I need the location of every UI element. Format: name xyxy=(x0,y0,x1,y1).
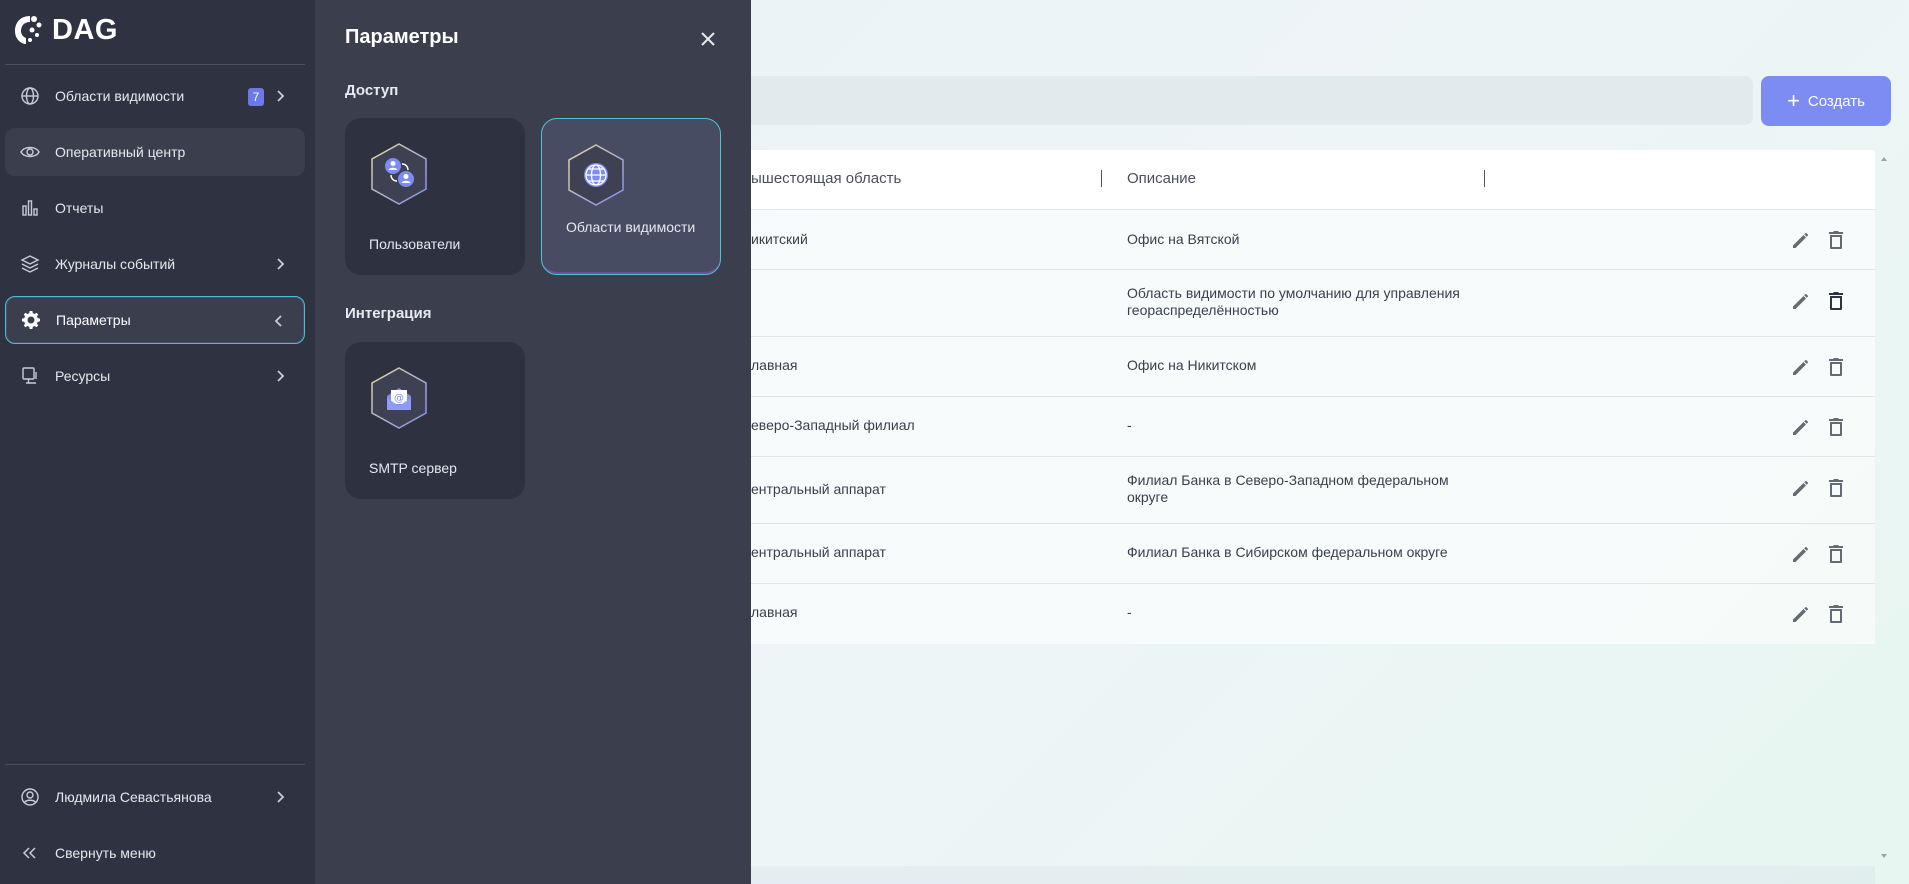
edit-icon[interactable] xyxy=(1790,543,1812,565)
panel-title: Параметры xyxy=(345,26,459,48)
dag-logo-icon xyxy=(15,16,42,44)
table-row[interactable]: ентральный аппарат Филиал Банка в Сибирс… xyxy=(751,524,1875,584)
trash-icon[interactable] xyxy=(1826,543,1846,565)
section-title-access: Доступ xyxy=(345,82,399,99)
logo[interactable]: DAG xyxy=(12,12,118,48)
visibility-areas-table: ышестоящая область Описание икитский Офи… xyxy=(751,150,1875,644)
chevron-right-icon xyxy=(277,90,285,102)
user-name: Людмила Севастьянова xyxy=(55,789,212,805)
cell-parent: еверо-Западный филиал xyxy=(751,417,915,433)
edit-icon[interactable] xyxy=(1790,477,1812,499)
cell-parent: ентральный аппарат xyxy=(751,481,886,497)
cell-description: Филиал Банка в Северо-Западном федеральн… xyxy=(1127,472,1449,505)
double-chevron-left-icon xyxy=(20,843,40,863)
sidebar-item-label: Параметры xyxy=(56,312,131,328)
cell-parent: лавная xyxy=(751,357,798,373)
section-title-integration: Интеграция xyxy=(345,305,432,322)
sidebar-item-visibility-areas[interactable]: Области видимости 7 xyxy=(5,72,305,120)
card-label: Пользователи xyxy=(369,236,461,252)
parameters-panel: Параметры Доступ Пользователи Области ви… xyxy=(315,0,751,884)
cell-description: Офис на Вятской xyxy=(1127,231,1240,247)
cell-parent: икитский xyxy=(751,231,808,247)
monitor-icon xyxy=(20,366,40,386)
card-users[interactable]: Пользователи xyxy=(345,118,525,275)
column-header-parent[interactable]: ышестоящая область xyxy=(751,170,901,187)
eye-icon xyxy=(20,142,40,162)
collapse-menu-label: Свернуть меню xyxy=(55,845,156,861)
collapse-menu-button[interactable]: Свернуть меню xyxy=(5,829,305,877)
globe-icon xyxy=(568,144,624,206)
bar-chart-icon xyxy=(20,198,40,218)
cell-description: Область видимости по умолчанию для управ… xyxy=(1127,285,1460,318)
count-badge: 7 xyxy=(248,88,264,106)
table-row[interactable]: еверо-Западный филиал - xyxy=(751,397,1875,457)
sidebar-divider xyxy=(5,764,305,765)
layers-icon xyxy=(20,254,40,274)
user-profile[interactable]: Людмила Севастьянова xyxy=(5,773,305,821)
trash-icon[interactable] xyxy=(1826,603,1846,625)
sidebar: DAG Области видимости 7 Оперативный цент… xyxy=(0,0,315,884)
gear-icon xyxy=(21,310,41,330)
users-icon xyxy=(371,143,427,205)
cell-parent: лавная xyxy=(751,604,798,620)
table-row[interactable]: ентральный аппарат Филиал Банка в Северо… xyxy=(751,457,1875,524)
sidebar-item-label: Области видимости xyxy=(55,88,185,104)
cell-description: Филиал Банка в Сибирском федеральном окр… xyxy=(1127,544,1448,560)
card-label: Области видимости xyxy=(566,219,696,235)
edit-icon[interactable] xyxy=(1790,356,1812,378)
card-label: SMTP сервер xyxy=(369,460,457,476)
trash-icon[interactable] xyxy=(1826,356,1846,378)
mail-icon: @ xyxy=(371,367,427,429)
sidebar-divider xyxy=(5,64,305,65)
card-visibility-areas[interactable]: Области видимости xyxy=(541,118,721,275)
column-header-description[interactable]: Описание xyxy=(1127,170,1196,187)
chevron-right-icon xyxy=(277,791,285,803)
edit-icon[interactable] xyxy=(1790,603,1812,625)
sidebar-item-label: Ресурсы xyxy=(55,368,111,384)
chevron-right-icon xyxy=(277,370,285,382)
trash-icon[interactable] xyxy=(1826,416,1846,438)
trash-icon[interactable] xyxy=(1826,290,1846,312)
plus-icon: + xyxy=(1787,88,1800,113)
sidebar-item-label: Отчеты xyxy=(55,200,104,216)
user-avatar-icon xyxy=(20,787,40,807)
table-row[interactable]: Область видимости по умолчанию для управ… xyxy=(751,270,1875,337)
sidebar-item-resources[interactable]: Ресурсы xyxy=(5,352,305,400)
cell-description: - xyxy=(1127,604,1132,620)
card-smtp-server[interactable]: @ SMTP сервер xyxy=(345,342,525,499)
table-row[interactable]: лавная Офис на Никитском xyxy=(751,337,1875,397)
sidebar-item-reports[interactable]: Отчеты xyxy=(5,184,305,232)
sidebar-item-parameters[interactable]: Параметры xyxy=(5,296,305,344)
column-resize-handle[interactable] xyxy=(1484,170,1485,187)
edit-icon[interactable] xyxy=(1790,290,1812,312)
table-row[interactable]: лавная - xyxy=(751,584,1875,644)
sidebar-item-event-logs[interactable]: Журналы событий xyxy=(5,240,305,288)
sidebar-item-label: Оперативный центр xyxy=(55,144,186,160)
create-button-label: Создать xyxy=(1807,92,1865,110)
horizontal-scrollbar[interactable] xyxy=(751,866,1875,884)
trash-icon[interactable] xyxy=(1826,229,1846,251)
chevron-right-icon xyxy=(277,258,285,270)
close-icon[interactable] xyxy=(698,29,718,49)
column-resize-handle[interactable] xyxy=(1101,170,1102,187)
scroll-up-arrow-icon[interactable] xyxy=(1880,155,1888,163)
cell-parent: ентральный аппарат xyxy=(751,544,886,560)
table-header: ышестоящая область Описание xyxy=(751,150,1875,210)
scroll-down-arrow-icon[interactable] xyxy=(1880,852,1888,860)
sidebar-item-operations-center[interactable]: Оперативный центр xyxy=(5,128,305,176)
edit-icon[interactable] xyxy=(1790,229,1812,251)
svg-text:@: @ xyxy=(394,393,404,404)
sidebar-item-label: Журналы событий xyxy=(55,256,176,272)
table-row[interactable]: икитский Офис на Вятской xyxy=(751,210,1875,270)
edit-icon[interactable] xyxy=(1790,416,1812,438)
trash-icon[interactable] xyxy=(1826,477,1846,499)
globe-icon xyxy=(20,86,40,106)
search-input[interactable] xyxy=(751,76,1753,125)
cell-description: Офис на Никитском xyxy=(1127,357,1257,373)
chevron-left-icon xyxy=(274,315,282,327)
create-button[interactable]: + Создать xyxy=(1761,76,1891,126)
cell-description: - xyxy=(1127,417,1132,433)
logo-text: DAG xyxy=(52,13,118,46)
